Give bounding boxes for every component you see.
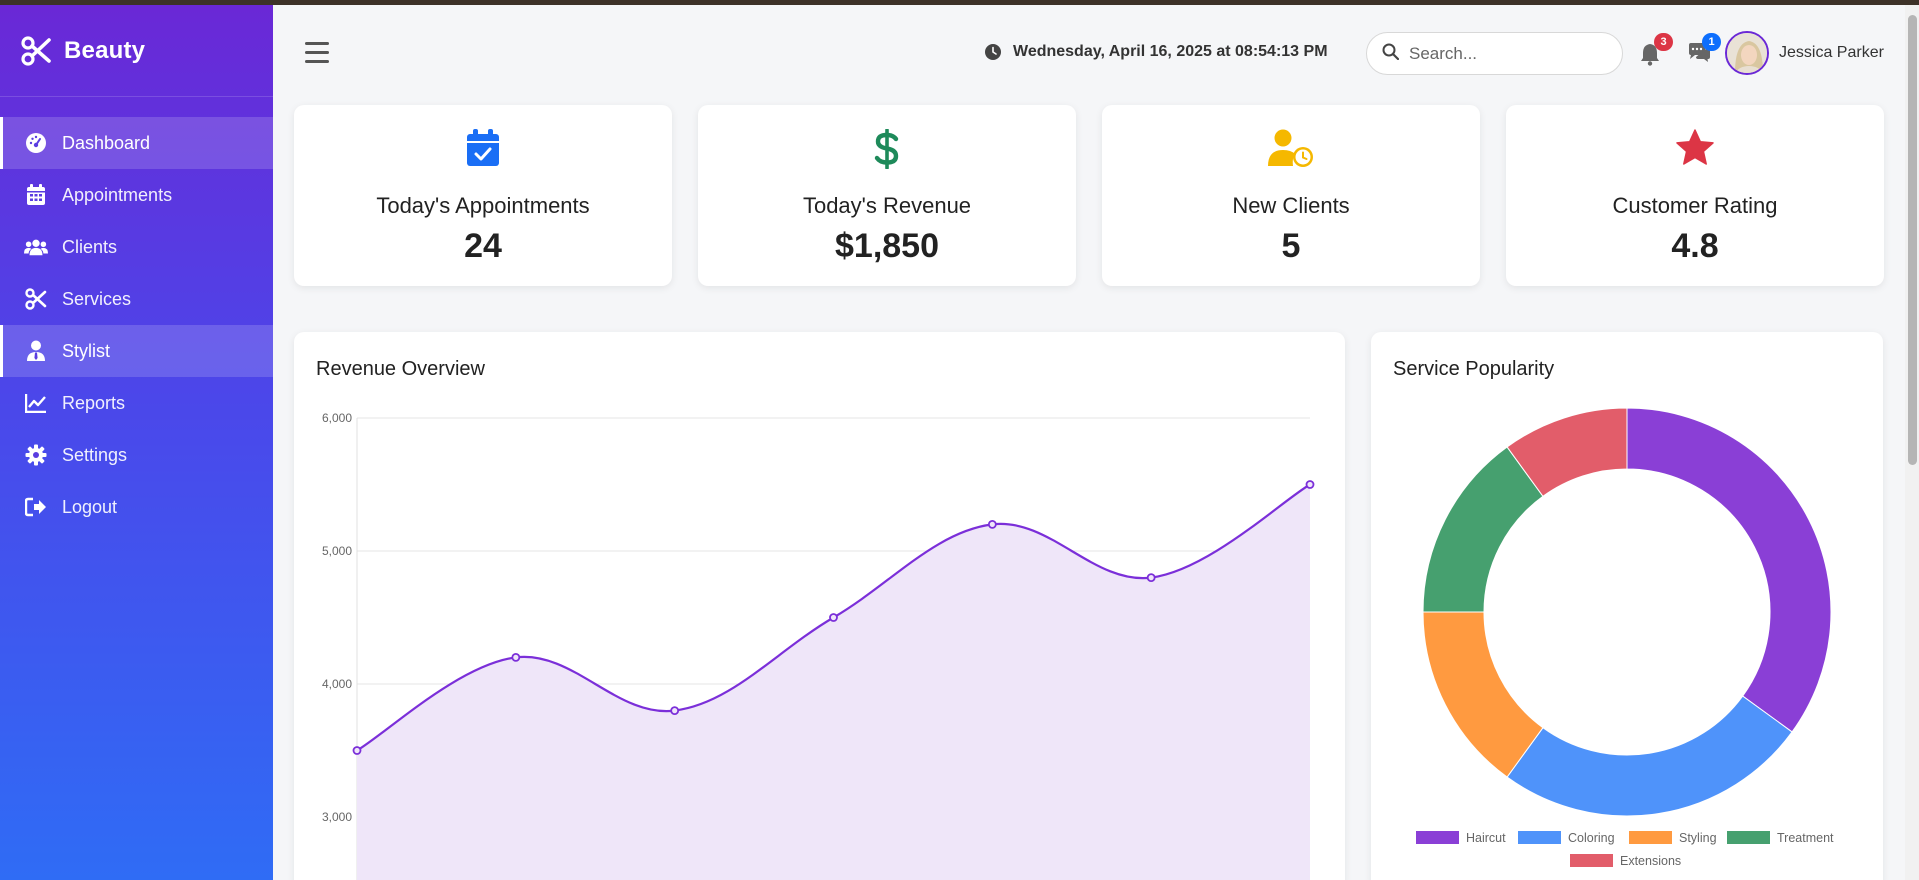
- clock-icon: [985, 44, 1001, 60]
- user-clock-icon: [1102, 129, 1480, 167]
- sidebar: Beauty Dashboard Appointments Clients Se…: [0, 5, 273, 880]
- stat-value: 4.8: [1671, 227, 1719, 265]
- sidebar-item-dashboard[interactable]: Dashboard: [0, 117, 273, 169]
- stat-card-revenue: Today's Revenue $1,850: [698, 105, 1076, 286]
- sidebar-item-logout[interactable]: Logout: [0, 481, 273, 533]
- revenue-point[interactable]: [1146, 573, 1156, 583]
- service-popularity-chart: Haircut Coloring Styling Treatment Extension…: [1416, 407, 1834, 868]
- gear-icon: [24, 443, 48, 467]
- calendar-icon: [24, 183, 48, 207]
- revenue-point[interactable]: [829, 613, 838, 622]
- avatar[interactable]: [1725, 31, 1769, 75]
- scissors-icon: [20, 35, 52, 67]
- messages-badge: 1: [1702, 33, 1721, 51]
- stat-card-appointments: Today's Appointments 24: [294, 105, 672, 286]
- sidebar-item-label: Settings: [62, 444, 128, 465]
- line-chart-icon: [24, 391, 48, 415]
- sidebar-item-label: Clients: [62, 236, 118, 257]
- revenue-point[interactable]: [352, 746, 362, 755]
- y-tick-label: 3,000: [322, 810, 352, 824]
- comments-icon: [1687, 43, 1711, 68]
- sidebar-item-reports[interactable]: Reports: [0, 377, 273, 429]
- search-icon: [1382, 43, 1400, 65]
- legend-label[interactable]: Coloring: [1568, 831, 1615, 845]
- sidebar-item-label: Services: [62, 288, 132, 309]
- stat-value: 5: [1281, 227, 1301, 265]
- notifications-badge: 3: [1654, 33, 1673, 51]
- y-tick-label: 5,000: [322, 544, 352, 558]
- search-box[interactable]: [1366, 32, 1623, 75]
- legend-swatch: [1416, 831, 1459, 844]
- datetime-text: Wednesday, April 16, 2025 at 08:54:13 PM: [1013, 43, 1328, 60]
- y-tick-label: 6,000: [322, 411, 352, 425]
- sidebar-item-appointments[interactable]: Appointments: [0, 169, 273, 221]
- legend-swatch: [1727, 831, 1770, 844]
- stat-label: Today's Appointments: [376, 193, 590, 218]
- sidebar-item-label: Dashboard: [62, 132, 151, 153]
- sidebar-item-label: Reports: [62, 392, 126, 413]
- sidebar-nav: Dashboard Appointments Clients Services …: [0, 117, 273, 533]
- sidebar-item-services[interactable]: Services: [0, 273, 273, 325]
- legend-swatch: [1518, 831, 1561, 844]
- menu-toggle-button[interactable]: [305, 42, 329, 64]
- revenue-overview-panel: Revenue Overview 3,000 4,000 5,000 6,000: [294, 332, 1345, 880]
- star-icon: [1506, 129, 1884, 167]
- legend-label[interactable]: Styling: [1679, 831, 1717, 845]
- stat-value: $1,850: [835, 227, 939, 265]
- revenue-point[interactable]: [511, 652, 521, 662]
- gauge-icon: [24, 131, 48, 155]
- stat-value: 24: [464, 227, 502, 265]
- scissors-icon: [24, 287, 48, 311]
- legend-label[interactable]: Treatment: [1777, 831, 1834, 845]
- top-header: Wednesday, April 16, 2025 at 08:54:13 PM…: [273, 5, 1919, 100]
- donut-slice-haircut[interactable]: [1626, 407, 1832, 733]
- sidebar-item-label: Appointments: [62, 184, 173, 205]
- legend-label[interactable]: Extensions: [1620, 854, 1681, 868]
- sidebar-item-settings[interactable]: Settings: [0, 429, 273, 481]
- legend-label[interactable]: Haircut: [1466, 831, 1506, 845]
- scrollbar-thumb[interactable]: [1908, 15, 1917, 465]
- legend-swatch: [1570, 854, 1613, 867]
- revenue-point[interactable]: [1305, 480, 1315, 489]
- logout-icon: [24, 495, 48, 519]
- stat-label: New Clients: [1232, 193, 1350, 218]
- stat-card-rating: Customer Rating 4.8: [1506, 105, 1884, 286]
- brand-name: Beauty: [64, 36, 146, 64]
- dollar-icon: [698, 129, 1076, 169]
- sidebar-item-stylist[interactable]: Stylist: [0, 325, 273, 377]
- calendar-check-icon: [294, 129, 672, 167]
- brand[interactable]: Beauty: [0, 5, 273, 97]
- user-tie-icon: [24, 339, 48, 363]
- stat-label: Customer Rating: [1612, 193, 1778, 218]
- revenue-point[interactable]: [670, 706, 680, 716]
- revenue-point[interactable]: [987, 519, 997, 529]
- stat-card-new-clients: New Clients 5: [1102, 105, 1480, 286]
- legend-swatch: [1629, 831, 1672, 844]
- donut-slice-styling[interactable]: [1422, 611, 1544, 778]
- sidebar-item-label: Logout: [62, 496, 118, 517]
- stat-label: Today's Revenue: [802, 193, 972, 218]
- donut-slice-coloring[interactable]: [1506, 695, 1793, 817]
- messages-button[interactable]: 1: [1687, 33, 1721, 68]
- service-popularity-panel: Service Popularity Haircut Coloring Stylin…: [1371, 332, 1883, 880]
- revenue-area: [357, 484, 1310, 880]
- revenue-chart: 3,000 4,000 5,000 6,000: [322, 411, 1315, 880]
- notifications-button[interactable]: 3: [1639, 33, 1673, 66]
- sidebar-item-clients[interactable]: Clients: [0, 221, 273, 273]
- current-datetime: Wednesday, April 16, 2025 at 08:54:13 PM: [985, 43, 1328, 61]
- user-name[interactable]: Jessica Parker: [1779, 44, 1884, 62]
- sidebar-item-label: Stylist: [62, 340, 111, 361]
- users-icon: [24, 235, 48, 259]
- page-scrollbar[interactable]: [1905, 5, 1919, 880]
- y-tick-label: 4,000: [322, 677, 352, 691]
- bell-icon: [1639, 44, 1661, 70]
- search-input[interactable]: [1409, 43, 1599, 64]
